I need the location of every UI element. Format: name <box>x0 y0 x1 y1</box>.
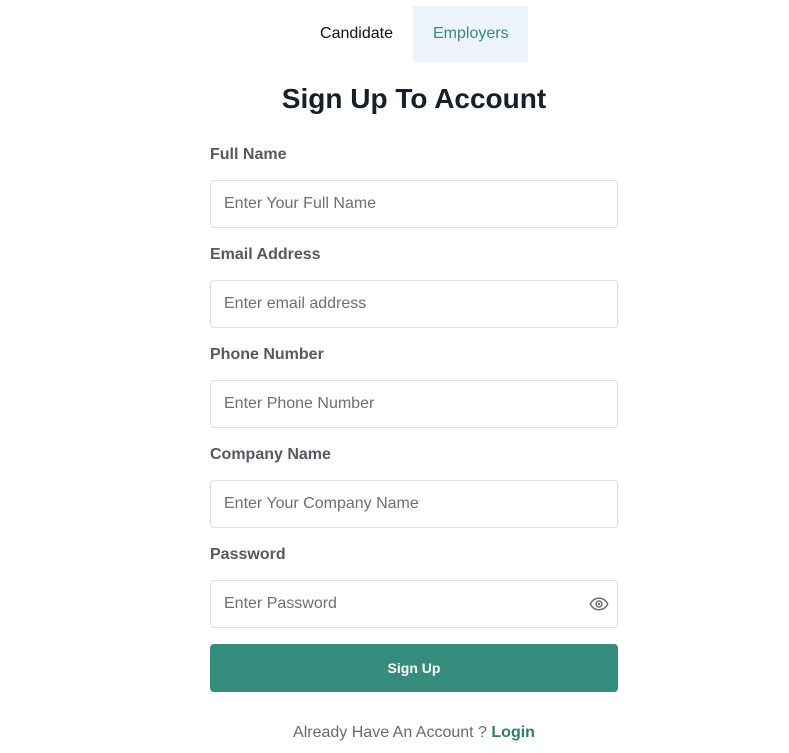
company-label: Company Name <box>210 446 331 463</box>
email-label: Email Address <box>210 246 321 263</box>
login-link[interactable]: Login <box>491 724 535 741</box>
login-prompt-text: Already Have An Account ? <box>293 724 487 741</box>
eye-icon[interactable] <box>589 594 609 614</box>
login-prompt: Already Have An Account ? Login <box>0 722 789 744</box>
tab-employers[interactable]: Employers <box>413 6 528 62</box>
account-type-tabs: Candidate Employers <box>300 6 528 62</box>
email-input[interactable] <box>210 280 618 328</box>
phone-input[interactable] <box>210 380 618 428</box>
phone-label: Phone Number <box>210 346 324 363</box>
password-input[interactable] <box>210 580 618 628</box>
full-name-label: Full Name <box>210 146 287 163</box>
full-name-input[interactable] <box>210 180 618 228</box>
company-input[interactable] <box>210 480 618 528</box>
tab-candidate[interactable]: Candidate <box>300 6 413 62</box>
sign-up-button[interactable]: Sign Up <box>210 644 618 692</box>
password-label: Password <box>210 546 286 563</box>
page-title: Sign Up To Account <box>281 83 547 114</box>
